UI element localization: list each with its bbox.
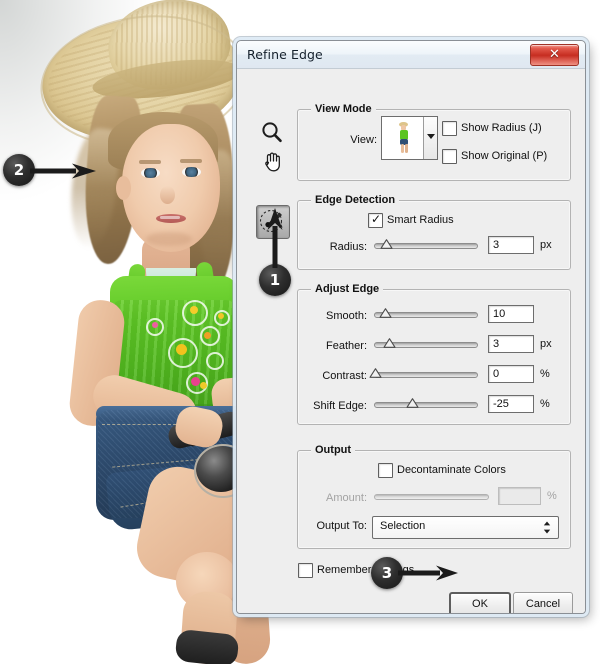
show-radius-checkbox[interactable] — [442, 121, 457, 136]
radius-slider-handle[interactable] — [380, 239, 393, 251]
floral-motif — [206, 352, 224, 370]
shift-edge-unit: % — [540, 398, 550, 410]
feather-unit: px — [540, 338, 552, 350]
adjust-edge-title: Adjust Edge — [311, 283, 383, 295]
smooth-value-field[interactable]: 10 — [488, 305, 534, 323]
chevron-down-icon — [427, 134, 435, 139]
nose — [160, 186, 175, 204]
show-original-checkbox[interactable] — [442, 149, 457, 164]
radius-label: Radius: — [313, 241, 367, 253]
view-mode-dropdown[interactable] — [381, 116, 438, 160]
view-mode-title: View Mode — [311, 103, 376, 115]
floral-petal — [190, 306, 198, 314]
amount-unit: % — [547, 490, 557, 502]
annotation-marker-2-label: 2 — [14, 161, 24, 179]
feather-slider[interactable] — [374, 337, 478, 351]
smooth-label: Smooth: — [307, 310, 367, 322]
foot — [174, 629, 239, 664]
eyebrow-left — [139, 160, 161, 164]
ear — [116, 176, 131, 200]
chin-shadow — [146, 232, 192, 246]
output-to-value: Selection — [380, 520, 425, 532]
magnifier-icon — [259, 120, 285, 146]
view-thumbnail — [382, 117, 424, 159]
shift-edge-slider[interactable] — [374, 397, 478, 411]
annotation-marker-3-label: 3 — [382, 564, 392, 582]
contrast-slider-handle[interactable] — [369, 368, 382, 380]
close-glyph: ✕ — [531, 46, 578, 62]
remember-settings-checkbox[interactable] — [298, 563, 313, 578]
smart-radius-checkbox[interactable]: ✓ — [368, 213, 383, 228]
amount-label: Amount: — [309, 492, 367, 504]
shift-edge-value-field[interactable]: -25 — [488, 395, 534, 413]
smooth-slider[interactable] — [374, 307, 478, 321]
zoom-tool[interactable] — [259, 120, 285, 146]
contrast-unit: % — [540, 368, 550, 380]
hand-tool[interactable] — [259, 148, 285, 174]
feather-slider-handle[interactable] — [383, 338, 396, 350]
contrast-slider-track — [374, 372, 478, 378]
show-original-label[interactable]: Show Original (P) — [461, 150, 547, 162]
shift-edge-slider-handle[interactable] — [406, 398, 419, 410]
check-icon: ✓ — [371, 213, 381, 226]
close-icon[interactable]: ✕ — [530, 44, 579, 66]
feather-value-field[interactable]: 3 — [488, 335, 534, 353]
contrast-value-field[interactable]: 0 — [488, 365, 534, 383]
shift-edge-slider-track — [374, 402, 478, 408]
thumb-leg — [405, 144, 408, 153]
annotation-arrow-2 — [30, 162, 98, 180]
decontaminate-colors-checkbox[interactable] — [378, 463, 393, 478]
hand-icon — [259, 148, 285, 174]
floral-petal — [152, 322, 158, 328]
amount-slider-track — [374, 494, 489, 500]
feather-label: Feather: — [307, 340, 367, 352]
dialog-body: View Mode View: Show Radius (J) Show Ori… — [237, 69, 585, 614]
output-to-label: Output To: — [299, 520, 367, 532]
output-to-dropdown[interactable]: Selection — [372, 516, 559, 539]
floral-petal — [218, 313, 224, 319]
annotation-arrow-1 — [266, 208, 284, 270]
dialog-title: Refine Edge — [247, 47, 323, 62]
ok-button[interactable]: OK — [449, 592, 511, 614]
eye-left — [141, 168, 160, 178]
refine-edge-dialog: Refine Edge ✕ — [236, 40, 586, 614]
show-radius-label[interactable]: Show Radius (J) — [461, 122, 542, 134]
radius-slider[interactable] — [374, 238, 478, 252]
floral-petal — [191, 377, 200, 386]
amount-value-field — [498, 487, 541, 505]
output-title: Output — [311, 444, 355, 456]
amount-slider — [374, 489, 489, 503]
edge-detection-group — [297, 200, 571, 270]
floral-petal — [176, 344, 187, 355]
annotation-arrow-3 — [398, 564, 460, 582]
dialog-title-bar: Refine Edge ✕ — [237, 41, 585, 69]
spinner-arrows-icon — [543, 521, 551, 534]
contrast-label: Contrast: — [303, 370, 367, 382]
eyebrow-right — [180, 159, 202, 163]
thumb-leg — [401, 144, 404, 153]
edge-detection-title: Edge Detection — [311, 194, 399, 206]
view-dropdown-arrow[interactable] — [423, 117, 437, 159]
decontaminate-colors-label[interactable]: Decontaminate Colors — [397, 464, 506, 476]
shift-edge-label: Shift Edge: — [295, 400, 367, 412]
cancel-button[interactable]: Cancel — [513, 592, 573, 614]
smooth-slider-handle[interactable] — [379, 308, 392, 320]
eye-right — [182, 167, 201, 177]
mouth-highlight — [160, 216, 180, 219]
radius-value-field[interactable]: 3 — [488, 236, 534, 254]
radius-unit: px — [540, 239, 552, 251]
view-label: View: — [333, 134, 377, 146]
smart-radius-label[interactable]: Smart Radius — [387, 214, 454, 226]
contrast-slider[interactable] — [374, 367, 478, 381]
floral-petal — [204, 332, 211, 339]
annotation-marker-1-label: 1 — [270, 271, 280, 289]
floral-petal — [200, 382, 207, 389]
